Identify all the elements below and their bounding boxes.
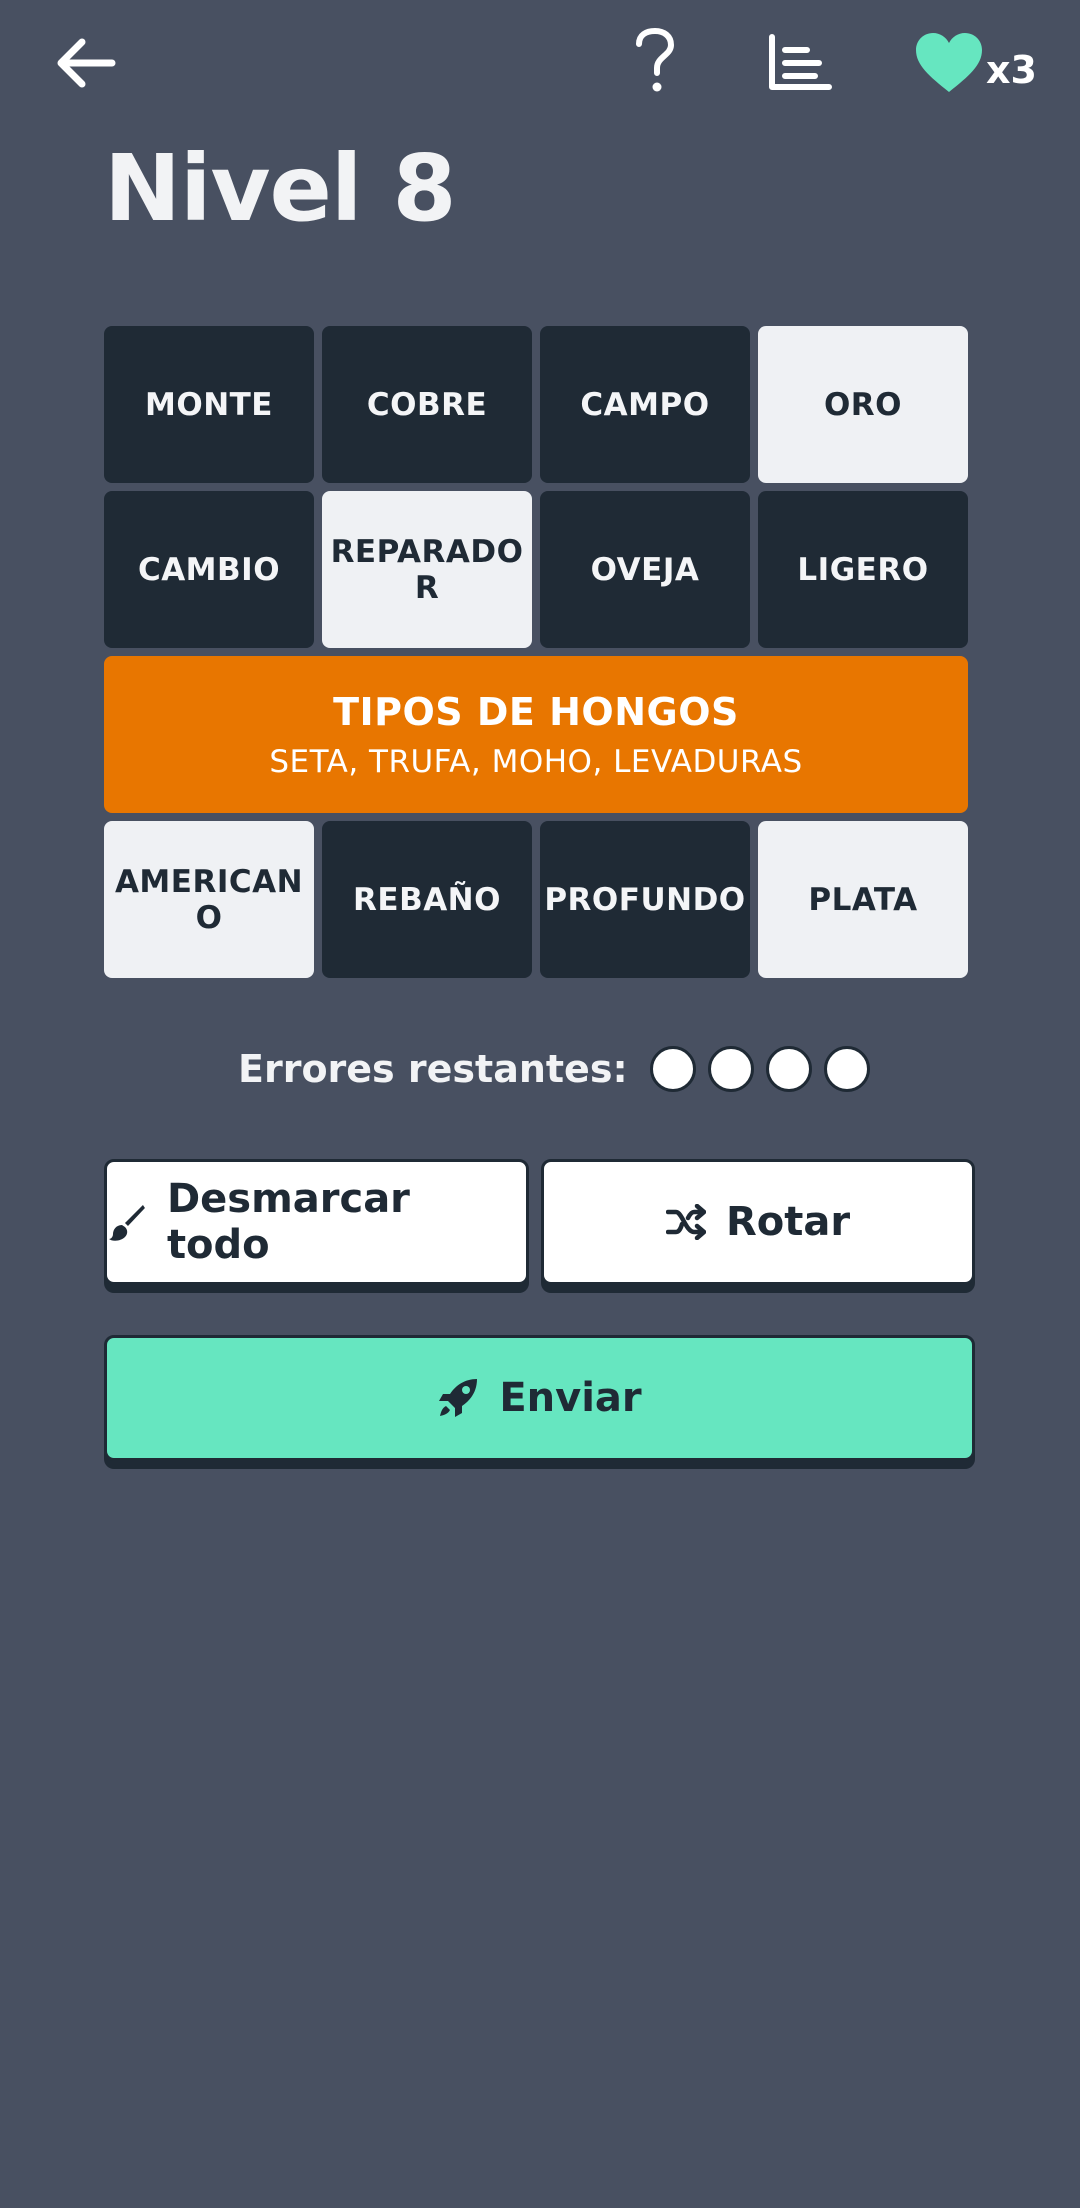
word-tile-selected[interactable]: REPARADOR [322, 491, 532, 648]
shuffle-icon [665, 1204, 706, 1240]
shuffle-label: Rotar [725, 1199, 851, 1245]
solved-group-words: SETA, TRUFA, MOHO, LEVADURAS [269, 743, 803, 780]
word-tile[interactable]: CAMBIO [104, 491, 314, 648]
page-title: Nivel 8 [104, 135, 456, 242]
word-tile[interactable]: REBAÑO [322, 821, 532, 978]
grid-row-2: CAMBIO REPARADOR OVEJA LIGERO [104, 491, 968, 648]
word-tile-selected[interactable]: AMERICANO [104, 821, 314, 978]
solved-group: TIPOS DE HONGOS SETA, TRUFA, MOHO, LEVAD… [104, 656, 968, 813]
mistake-dot [707, 1046, 754, 1092]
word-tile[interactable]: CAMPO [540, 326, 750, 483]
deselect-all-button[interactable]: Desmarcar todo [104, 1159, 529, 1285]
solved-group-title: TIPOS DE HONGOS [333, 689, 739, 734]
help-button[interactable] [625, 26, 685, 96]
word-tile[interactable]: PROFUNDO [540, 821, 750, 978]
grid-row-1: MONTE COBRE CAMPO ORO [104, 326, 968, 483]
grid-row-4: AMERICANO REBAÑO PROFUNDO PLATA [104, 821, 968, 978]
brush-icon [108, 1205, 145, 1241]
heart-icon [916, 33, 982, 92]
arrow-left-icon [57, 38, 116, 88]
mistake-dot [823, 1046, 870, 1092]
shuffle-button[interactable]: Rotar [541, 1159, 975, 1285]
deselect-all-label: Desmarcar todo [166, 1176, 410, 1268]
word-tile[interactable]: LIGERO [758, 491, 968, 648]
top-bar: x3 [0, 0, 1080, 130]
word-tile-selected[interactable]: ORO [758, 326, 968, 483]
word-tile[interactable]: OVEJA [540, 491, 750, 648]
rocket-icon [439, 1379, 478, 1417]
submit-button[interactable]: Enviar [104, 1335, 975, 1461]
bar-chart-icon [769, 34, 832, 90]
mistakes-remaining: Errores restantes: [238, 1046, 882, 1092]
lives-count: x3 [986, 48, 1037, 92]
mistake-dot [649, 1046, 696, 1092]
mistakes-label: Errores restantes: [238, 1047, 628, 1091]
lives-indicator[interactable]: x3 [914, 28, 1037, 98]
stats-button[interactable] [765, 28, 835, 98]
word-tile[interactable]: MONTE [104, 326, 314, 483]
word-tile-selected[interactable]: PLATA [758, 821, 968, 978]
submit-label: Enviar [499, 1375, 642, 1421]
back-button[interactable] [50, 28, 120, 98]
word-tile[interactable]: COBRE [322, 326, 532, 483]
game-screen: x3 Nivel 8 MONTE COBRE CAMPO ORO CAMBIO … [0, 0, 1080, 2208]
question-mark-icon [636, 28, 675, 92]
word-grid: MONTE COBRE CAMPO ORO CAMBIO REPARADOR O… [104, 326, 968, 986]
mistake-dot [765, 1046, 812, 1092]
